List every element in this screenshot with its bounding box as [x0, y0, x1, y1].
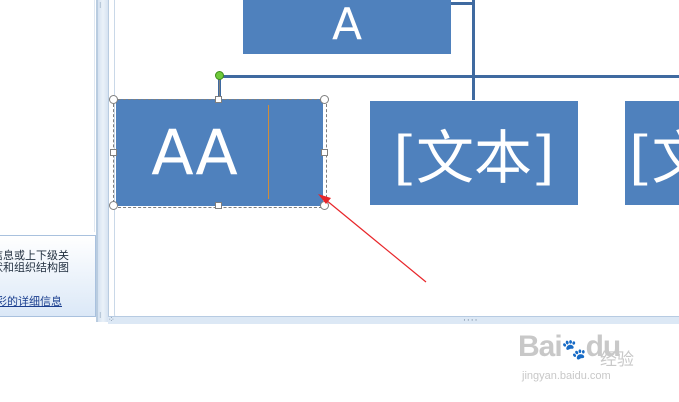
- watermark-url: jingyan.baidu.com: [522, 370, 611, 382]
- watermark-jingyan: 经验: [600, 350, 634, 370]
